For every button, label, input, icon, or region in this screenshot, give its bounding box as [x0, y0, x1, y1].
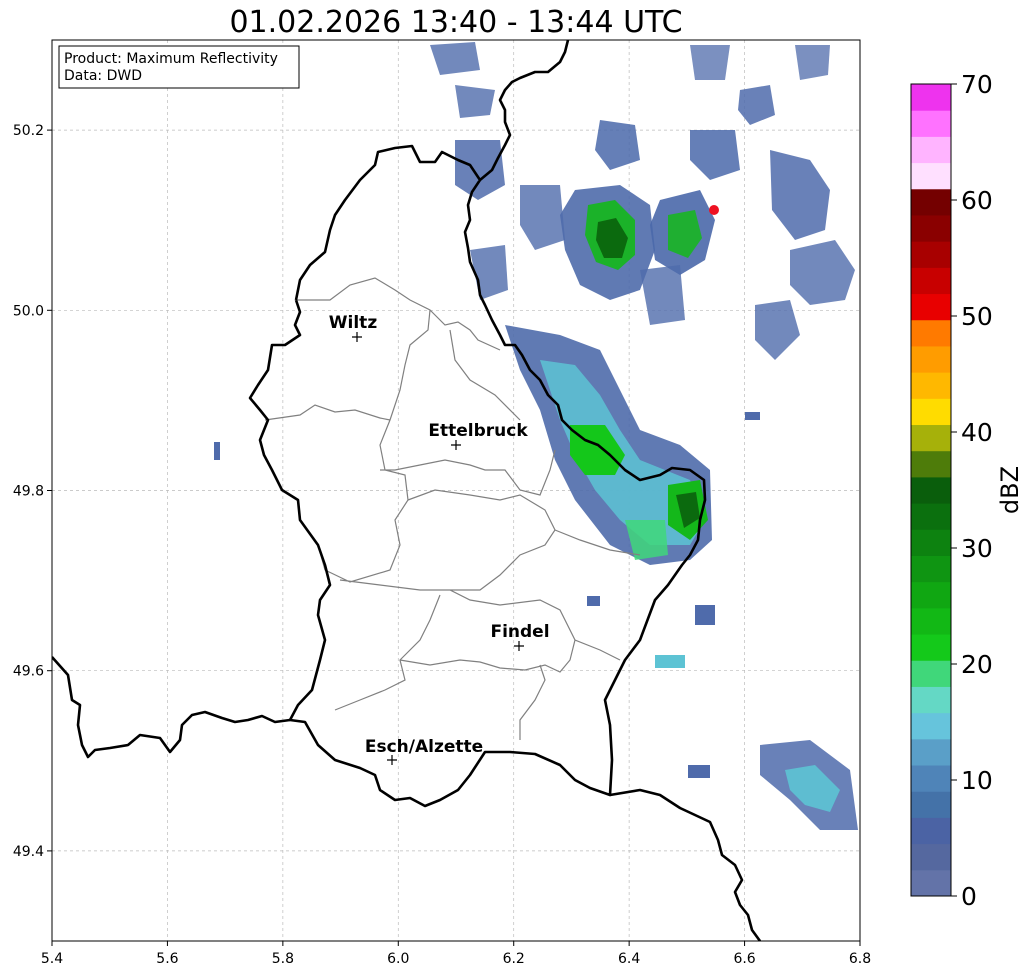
colorbar-cells [911, 84, 951, 897]
colorbar-cell [911, 581, 951, 609]
colorbar-cell [911, 476, 951, 504]
x-tick-label: 5.4 [41, 951, 63, 967]
x-tick-label: 6.4 [618, 951, 640, 967]
colorbar-cell [911, 634, 951, 661]
x-tick-label: 5.6 [156, 951, 178, 967]
colorbar-cell [911, 712, 951, 740]
colorbar-unit-label: dBZ [996, 466, 1024, 514]
y-tick-label: 50.2 [13, 123, 44, 139]
x-tick-label: 5.8 [272, 951, 294, 967]
radar-site-marker [709, 205, 719, 215]
colorbar-cell [911, 398, 951, 426]
info-box-product: Product: Maximum Reflectivity [64, 51, 278, 67]
colorbar-cell [911, 345, 951, 373]
colorbar-tick-label: 0 [961, 882, 977, 911]
colorbar-cell [911, 738, 951, 766]
colorbar-cell [911, 817, 951, 845]
colorbar-cell [911, 503, 951, 530]
colorbar-cell [911, 372, 951, 399]
map-title: 01.02.2026 13:40 - 13:44 UTC [229, 5, 682, 40]
y-tick-label: 49.8 [13, 484, 44, 500]
echo-cell-ne-10 [455, 85, 495, 118]
x-axis: 5.4 5.6 5.8 6.0 6.2 6.4 6.6 6.8 [41, 941, 871, 967]
colorbar: 0 10 20 30 40 50 60 70 dBZ [910, 70, 1024, 911]
colorbar-cell [911, 241, 951, 268]
colorbar-cell [911, 607, 951, 635]
colorbar-cell [911, 424, 951, 452]
x-tick-label: 6.8 [849, 951, 871, 967]
colorbar-cell [911, 267, 951, 295]
y-axis: 49.4 49.6 49.8 50.0 50.2 [13, 123, 52, 860]
echo-cell-se-4 [695, 605, 715, 625]
city-findel-label: Findel [490, 622, 549, 642]
y-tick-label: 50.0 [13, 303, 44, 319]
colorbar-cell [911, 84, 951, 111]
city-wiltz-label: Wiltz [329, 313, 378, 333]
echo-cell-ne-14 [690, 45, 730, 80]
echo-cell-w-1 [214, 442, 220, 460]
colorbar-cell [911, 136, 951, 164]
colorbar-tick-label: 70 [961, 70, 993, 99]
colorbar-cell [911, 765, 951, 792]
colorbar-cell [911, 529, 951, 556]
colorbar-cell [911, 791, 951, 818]
city-ettelbruck-label: Ettelbruck [428, 421, 528, 441]
radar-map-figure: 01.02.2026 13:40 - 13:44 UTC Wiltz Ettel… [13, 5, 1024, 967]
colorbar-cell [911, 319, 951, 347]
colorbar-tick-label: 30 [961, 534, 993, 563]
x-tick-label: 6.6 [733, 951, 755, 967]
map-panel: Wiltz Ettelbruck Findel Esch/Alzette Pro… [51, 39, 861, 942]
echo-cell-s-1 [587, 596, 600, 606]
echo-cell-e-2 [745, 412, 760, 420]
x-tick-label: 6.2 [503, 951, 525, 967]
colorbar-cell [911, 110, 951, 137]
y-tick-label: 49.4 [13, 844, 44, 860]
echo-cell-ne-15 [795, 45, 830, 80]
colorbar-cell [911, 293, 951, 321]
colorbar-cell [911, 555, 951, 583]
x-tick-label: 6.0 [387, 951, 409, 967]
colorbar-cell [911, 162, 951, 190]
info-box: Product: Maximum Reflectivity Data: DWD [58, 45, 300, 89]
colorbar-tick-label: 60 [961, 186, 993, 215]
colorbar-cell [911, 188, 951, 216]
echo-cell-se-2 [688, 765, 710, 778]
echo-cell-se-3 [655, 655, 685, 668]
colorbar-tick-label: 20 [961, 650, 993, 679]
info-box-data-source: Data: DWD [64, 68, 142, 84]
colorbar-cell [911, 660, 951, 687]
colorbar-cell [911, 843, 951, 871]
colorbar-cell [911, 214, 951, 242]
colorbar-tick-label: 40 [961, 418, 993, 447]
y-tick-label: 49.6 [13, 664, 44, 680]
colorbar-ticks: 0 10 20 30 40 50 60 70 [951, 70, 993, 911]
colorbar-cell [911, 686, 951, 714]
colorbar-tick-label: 50 [961, 302, 993, 331]
colorbar-tick-label: 10 [961, 766, 993, 795]
colorbar-cell [911, 869, 951, 897]
city-esch-alzette-label: Esch/Alzette [365, 737, 483, 757]
colorbar-cell [911, 450, 951, 478]
